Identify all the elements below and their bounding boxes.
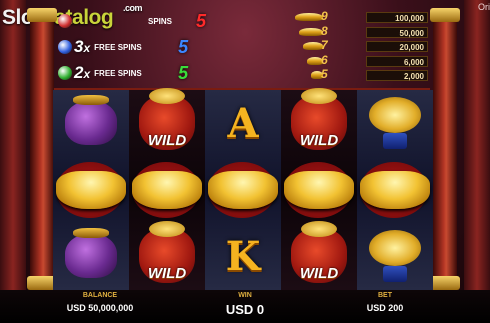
money-tree-icon bbox=[365, 228, 425, 284]
win-label: WIN bbox=[238, 292, 252, 299]
paytable-count: 7 bbox=[321, 38, 328, 53]
gem-icon bbox=[58, 40, 72, 54]
bottom-bar: BALANCE USD 50,000,000 WIN USD 0 BET USD… bbox=[0, 290, 490, 323]
reel-cell[interactable]: K bbox=[205, 223, 281, 290]
reel-cell[interactable] bbox=[357, 157, 433, 224]
gold-ingot-icon bbox=[284, 170, 354, 209]
wild-label: WILD bbox=[147, 131, 187, 149]
bet-value: USD 200 bbox=[366, 303, 404, 313]
reel: WILD WILD bbox=[129, 88, 205, 290]
free-spins-count: 5 bbox=[178, 62, 189, 83]
gold-ingot-icon bbox=[56, 170, 126, 209]
paytable-count: 9 bbox=[321, 9, 328, 23]
bet-label: BET bbox=[378, 292, 392, 299]
wild-label: WILD bbox=[299, 264, 339, 282]
free-spins-label: FREE SPINS bbox=[94, 68, 142, 78]
reel: AK bbox=[205, 90, 281, 290]
paytable-count: 5 bbox=[321, 67, 328, 82]
paytable-row: 7 20,000 bbox=[295, 38, 430, 54]
reel-cell[interactable]: A bbox=[205, 90, 281, 157]
free-spins-label: FREE SPINS bbox=[94, 42, 142, 52]
free-spins-row: 3x FREE SPINS 5 bbox=[58, 36, 188, 58]
free-spins-multiplier: 3x bbox=[74, 37, 90, 57]
paytable-value: 2,000 bbox=[366, 70, 428, 82]
reel-cell[interactable] bbox=[53, 223, 129, 290]
reel-cell[interactable] bbox=[53, 90, 129, 157]
money-tree-icon bbox=[365, 95, 425, 151]
paytable-value: 6,000 bbox=[366, 55, 428, 67]
paytable-value: 100,000 bbox=[366, 12, 428, 23]
gold-ingot-icon bbox=[360, 170, 430, 209]
gold-ingot-icon bbox=[299, 27, 323, 36]
free-spins-row: 2x FREE SPINS 5 bbox=[58, 62, 188, 84]
paytable-row: 5 2,000 bbox=[295, 67, 430, 83]
gold-ingot-icon bbox=[132, 170, 202, 209]
letter-symbol: K bbox=[225, 232, 261, 280]
balance-value: USD 50,000,000 bbox=[66, 303, 134, 313]
reel-cell[interactable] bbox=[129, 157, 205, 224]
purple-pot-icon bbox=[65, 228, 117, 279]
paytable-value: 20,000 bbox=[366, 41, 428, 53]
win-value: USD 0 bbox=[225, 302, 265, 317]
left-pillar bbox=[27, 8, 57, 290]
top-right-text: Ori bbox=[478, 2, 490, 12]
paytable-count: 6 bbox=[321, 52, 328, 67]
paytable-row: 9 100,000 bbox=[295, 9, 430, 25]
header: SlotCatalog .com Ori SPINS 5 3x FREE SPINS 5… bbox=[0, 0, 490, 90]
reel-cell[interactable]: WILD bbox=[129, 88, 205, 157]
paytable-row: 8 50,000 bbox=[295, 23, 430, 40]
paytable-row: 6 6,000 bbox=[295, 52, 430, 69]
right-pillar bbox=[430, 8, 460, 290]
wild-label: WILD bbox=[147, 264, 187, 282]
gold-ingot-icon bbox=[303, 42, 323, 51]
free-spins-multiplier: 2x bbox=[74, 63, 90, 83]
reel bbox=[357, 90, 433, 290]
reel: WILD WILD bbox=[281, 88, 357, 290]
paytable: 9 100,000 8 50,000 7 20,000 6 6,000 5 2,000 bbox=[295, 9, 430, 83]
reel-cell[interactable]: WILD bbox=[281, 221, 357, 290]
right-pillar-bottom-cap bbox=[430, 276, 460, 290]
free-spins-count: 5 bbox=[178, 36, 189, 57]
gold-ingot-icon bbox=[295, 13, 323, 21]
wild-label: WILD bbox=[299, 131, 339, 149]
reel-cell[interactable] bbox=[357, 223, 433, 290]
reel bbox=[53, 90, 129, 290]
gem-icon bbox=[58, 14, 72, 28]
purple-pot-icon bbox=[65, 95, 117, 146]
reels-area[interactable]: WILD WILD A K WILD WILD bbox=[53, 88, 433, 290]
reel-cell[interactable]: WILD bbox=[281, 88, 357, 157]
balance-label: BALANCE bbox=[82, 292, 118, 299]
reel-cell[interactable] bbox=[53, 157, 129, 224]
multiplier-x: x bbox=[83, 41, 91, 55]
gem-icon bbox=[58, 66, 72, 80]
reel-cell[interactable]: WILD bbox=[129, 221, 205, 290]
right-pillar-top-cap bbox=[430, 8, 460, 22]
multiplier-x: x bbox=[83, 67, 91, 81]
reel-cell[interactable] bbox=[357, 90, 433, 157]
gold-ingot-icon bbox=[208, 170, 278, 209]
free-spins-label: SPINS bbox=[148, 16, 173, 26]
left-pillar-top-cap bbox=[27, 8, 57, 22]
letter-symbol: A bbox=[227, 99, 259, 147]
paytable-value: 50,000 bbox=[366, 26, 428, 38]
free-spins-count: 5 bbox=[196, 10, 207, 31]
paytable-count: 8 bbox=[321, 23, 328, 38]
reel-cell[interactable] bbox=[281, 157, 357, 224]
reel-cell[interactable] bbox=[205, 157, 281, 224]
free-spins-row: SPINS 5 bbox=[58, 10, 206, 32]
